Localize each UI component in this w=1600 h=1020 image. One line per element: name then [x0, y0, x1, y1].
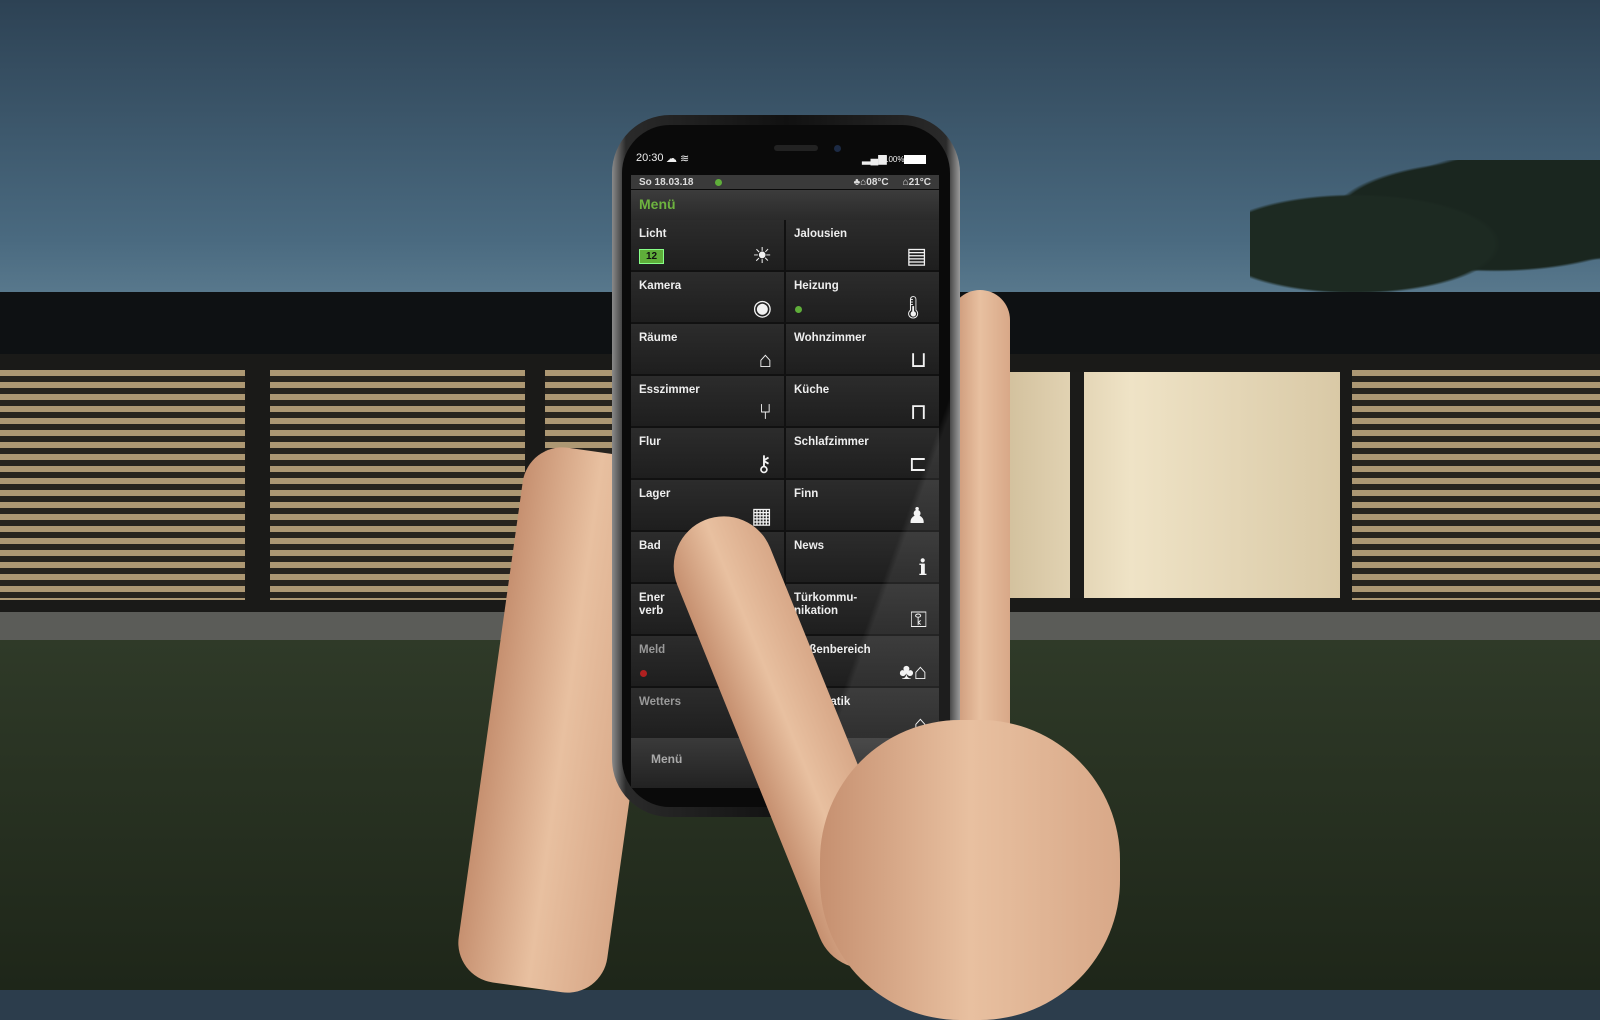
outdoor-temp: 08°C — [866, 176, 889, 188]
tile-house[interactable]: Räume ⌂ — [631, 324, 784, 374]
tile-door-handle[interactable]: Flur ⚷ — [631, 428, 784, 478]
thermometer-icon: 🌡 — [899, 295, 927, 320]
door-handle-icon: ⚷ — [755, 451, 772, 476]
date: So 18.03.18 — [639, 176, 694, 188]
lit-dining-room — [960, 372, 1340, 598]
tile-lightbulb[interactable]: Licht ☀ 12 — [631, 220, 784, 270]
tile-fork-knife[interactable]: Esszimmer ⑂ — [631, 376, 784, 426]
tile-label: Jalousien — [794, 228, 848, 240]
lightbulb-icon: ☀ — [752, 243, 772, 268]
info-icon: ℹ — [918, 555, 927, 580]
outdoor-icon: ♣⌂ — [853, 176, 867, 188]
tile-label: Kamera — [639, 280, 682, 292]
clock: 20:30 — [636, 152, 664, 164]
speaker — [774, 145, 818, 151]
shelf-icon: ▦ — [751, 503, 772, 528]
tile-label: Licht — [639, 228, 667, 240]
connection-indicator — [715, 178, 723, 186]
tile-label: Schlafzimmer — [794, 436, 869, 448]
count-badge: 12 — [639, 249, 665, 264]
tile-label: Außenbereich — [794, 644, 871, 656]
blinds-icon: ▤ — [906, 243, 927, 268]
house-icon: ⌂ — [758, 347, 772, 372]
status-indicator — [640, 670, 647, 677]
tile-teddy-bear[interactable]: Finn ♟ — [786, 480, 939, 530]
tile-label: Räume — [639, 332, 678, 344]
status-bar: So 18.03.18 ♣⌂ 08°C ⌂ 21°C — [631, 175, 939, 189]
thumb — [820, 720, 1120, 1020]
slat-screen — [270, 370, 525, 600]
tile-eye[interactable]: Kamera ◉ — [631, 272, 784, 322]
slat-screen — [1352, 370, 1600, 600]
tile-label: Esszimmer — [639, 384, 700, 396]
tile-label: Flur — [639, 436, 661, 448]
tile-thermometer[interactable]: Heizung 🌡 — [786, 272, 939, 322]
tile-bed[interactable]: Schlafzimmer ⊏ — [786, 428, 939, 478]
indoor-temp: 21°C — [908, 176, 931, 188]
key-icon: ⚿ — [910, 607, 927, 632]
front-camera — [834, 145, 841, 152]
battery-icon — [904, 155, 926, 164]
tile-label: Wohnzimmer — [794, 332, 866, 344]
tile-label: Lager — [639, 488, 671, 500]
eye-icon: ◉ — [752, 295, 772, 320]
tile-cooking-pot[interactable]: Küche ⊓ — [786, 376, 939, 426]
tile-label: Finn — [794, 488, 819, 500]
tile-label: News — [794, 540, 825, 552]
tile-label: Küche — [794, 384, 830, 396]
tile-label: Heizung — [794, 280, 839, 292]
sofa-icon: ⊔ — [909, 347, 927, 372]
signal-icon: ▂▄▆ — [862, 153, 887, 165]
tab-menu[interactable]: Menü — [651, 752, 682, 766]
wifi-icon: ☁ ≋ — [666, 153, 690, 165]
tile-blinds[interactable]: Jalousien ▤ — [786, 220, 939, 270]
page-title: Menü — [631, 190, 939, 220]
slat-screen — [0, 370, 245, 600]
trees — [1250, 160, 1600, 300]
tree-house-icon: ♣⌂ — [899, 659, 927, 684]
fork-knife-icon: ⑂ — [758, 399, 772, 424]
status-indicator — [795, 306, 802, 313]
battery-percent: 100% — [884, 155, 905, 164]
tile-info[interactable]: News ℹ — [786, 532, 939, 582]
bed-icon: ⊏ — [908, 451, 927, 476]
cooking-pot-icon: ⊓ — [909, 399, 927, 424]
tile-key[interactable]: Türkommu- nikation ⚿ — [786, 584, 939, 634]
tile-sofa[interactable]: Wohnzimmer ⊔ — [786, 324, 939, 374]
teddy-bear-icon: ♟ — [907, 503, 927, 528]
